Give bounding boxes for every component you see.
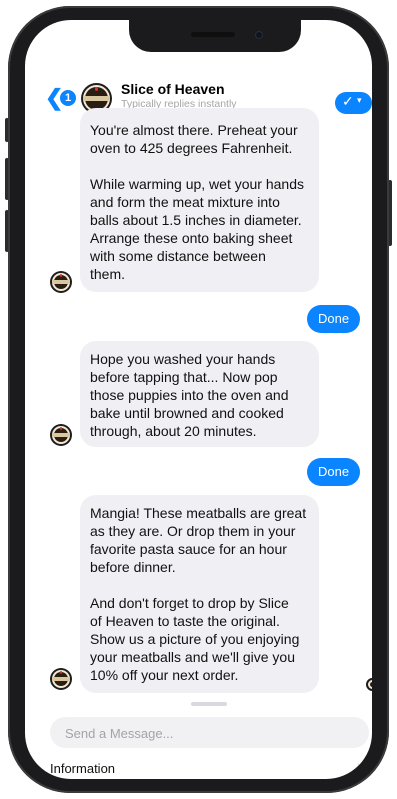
bot-message-bubble[interactable]: Hope you washed your hands before tappin… — [80, 341, 319, 447]
user-message-bubble[interactable]: Done — [307, 458, 361, 486]
chevron-down-icon: ▾ — [357, 95, 362, 105]
drawer-handle[interactable] — [191, 702, 227, 706]
user-message-bubble[interactable]: Done — [307, 305, 361, 333]
front-camera-icon — [255, 31, 263, 39]
unread-count-badge[interactable]: 1 — [60, 90, 76, 106]
bot-avatar — [50, 271, 72, 293]
information-label[interactable]: Information — [50, 761, 115, 776]
bot-message-bubble[interactable]: You're almost there. Preheat your oven t… — [80, 108, 319, 292]
chevron-right-icon[interactable]: › — [357, 758, 362, 776]
message-input[interactable] — [63, 717, 347, 750]
page-title[interactable]: Slice of Heaven — [121, 81, 225, 97]
speaker-grille — [191, 32, 235, 37]
phone-screen: ❮ 1 Slice of Heaven Typically replies in… — [25, 20, 372, 779]
message-composer[interactable] — [50, 717, 369, 750]
check-icon: ✓ — [342, 93, 354, 109]
manage-button[interactable]: ✓ ▾ — [335, 92, 372, 114]
bot-avatar — [50, 424, 72, 446]
read-receipt-avatar — [366, 678, 372, 691]
bot-avatar — [50, 668, 72, 690]
bot-message-bubble[interactable]: Mangia! These meatballs are great as the… — [80, 495, 319, 693]
phone-frame: ❮ 1 Slice of Heaven Typically replies in… — [8, 6, 389, 793]
notch — [129, 20, 301, 52]
